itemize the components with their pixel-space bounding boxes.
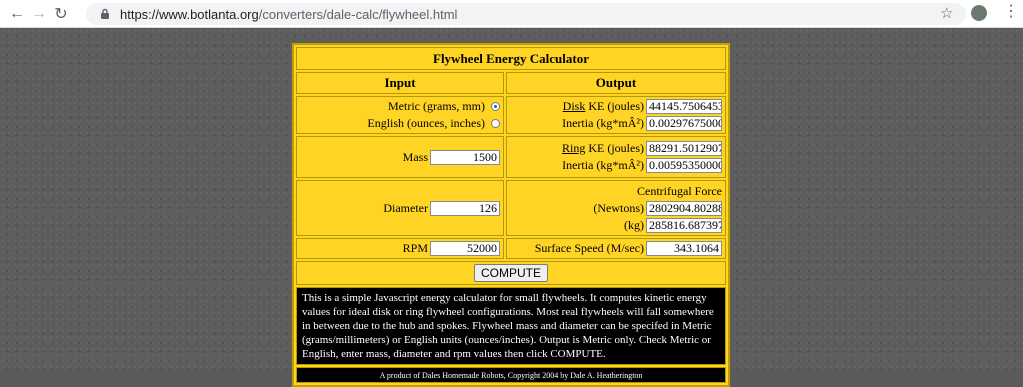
rpm-label: RPM [402,241,428,255]
rpm-cell: RPM 52000 [296,238,504,259]
flywheel-calculator: Flywheel Energy Calculator Input Output … [292,43,730,387]
reload-icon[interactable]: ↻ [50,3,72,25]
output-header: Output [506,72,726,94]
disk-inertia-label: Inertia (kg*mÂ²) [562,116,644,130]
diameter-cell: Diameter 126 [296,180,504,236]
bookmark-star-icon[interactable]: ☆ [940,4,953,22]
english-radio[interactable] [491,119,500,128]
diameter-label: Diameter [383,200,428,215]
rpm-input[interactable]: 52000 [430,241,500,256]
centrifugal-output-cell: Centrifugal Force (Newtons) 2802904.80288… [506,180,726,236]
disk-inertia-output[interactable]: 0.00297675000 [646,116,722,131]
mass-label: Mass [402,149,428,164]
compute-cell: COMPUTE [296,261,726,285]
metric-radio[interactable] [491,102,500,111]
url-host: https://www.botlanta.org [120,6,259,22]
surface-speed-output[interactable]: 343.1064 [646,241,722,256]
browser-toolbar: ← → ↻ https://www.botlanta.org/converter… [0,0,1023,28]
surface-speed-cell: Surface Speed (M/sec) 343.1064 [506,238,726,259]
ring-output-cell: Ring KE (joules) 88291.5012907 Inertia (k… [506,136,726,178]
forward-icon[interactable]: → [28,3,50,25]
copyright-footer: A product of Dales Homemade Robots, Copy… [296,367,726,383]
calculator-title: Flywheel Energy Calculator [296,47,726,70]
browser-menu-icon[interactable]: ⋮ [1003,4,1019,20]
description-text: This is a simple Javascript energy calcu… [296,287,726,365]
ring-word: Ring [562,141,586,155]
lock-icon [98,7,112,21]
kg-label: (kg) [624,217,644,232]
disk-output-cell: Disk KE (joules) 44145.7506453 Inertia (k… [506,96,726,134]
address-bar[interactable]: https://www.botlanta.org/converters/dale… [86,3,966,25]
mass-cell: Mass 1500 [296,136,504,178]
back-icon[interactable]: ← [6,3,28,25]
newtons-output[interactable]: 2802904.80288 [646,200,722,216]
kg-output[interactable]: 285816.687397 [646,217,722,233]
disk-word: Disk [562,99,586,113]
ring-inertia-label: Inertia (kg*mÂ²) [562,158,644,172]
extension-icon[interactable] [971,5,987,21]
disk-ke-label: KE (joules) [585,99,644,113]
metric-label: Metric (grams, mm) [388,99,485,113]
surface-speed-label: Surface Speed (M/sec) [534,241,644,255]
ring-ke-output[interactable]: 88291.5012907 [646,141,722,156]
input-header: Input [296,72,504,94]
url-path: /converters/dale-calc/flywheel.html [258,6,458,22]
units-cell: Metric (grams, mm) English (ounces, inch… [296,96,504,134]
url-text: https://www.botlanta.org/converters/dale… [120,7,457,22]
compute-button[interactable]: COMPUTE [474,264,548,282]
ring-ke-label: KE (joules) [585,141,644,155]
english-label: English (ounces, inches) [367,116,485,130]
disk-ke-output[interactable]: 44145.7506453 [646,99,722,114]
ring-inertia-output[interactable]: 0.00595350000 [646,158,722,173]
newtons-label: (Newtons) [593,200,644,215]
mass-input[interactable]: 1500 [430,149,500,165]
diameter-input[interactable]: 126 [430,200,500,216]
centrifugal-label: Centrifugal Force [637,183,722,198]
